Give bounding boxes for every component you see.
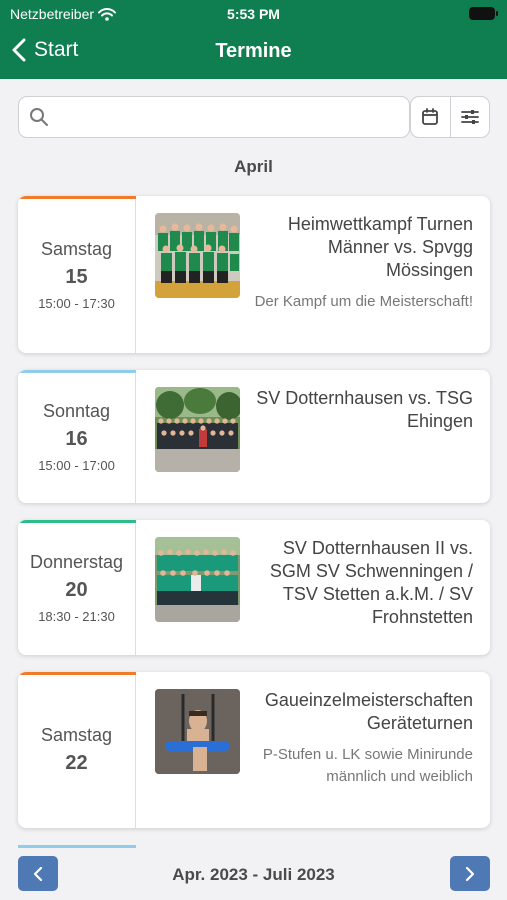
event-title: SV Dotternhausen II vs. SGM SV Schwennin… [269, 538, 473, 627]
event-card[interactable]: Samstag 22 Gaueinzelmeisterschaften Gerä… [18, 672, 490, 828]
battery-icon [469, 7, 498, 20]
event-accent-bar [18, 672, 136, 675]
event-date: Sonntag 16 15:00 - 17:00 [18, 370, 136, 503]
event-title: Gaueinzelmeisterschaften Geräteturnen [264, 690, 473, 733]
event-card[interactable]: Donnerstag 20 18:30 - 21:30 SV Dotternha… [18, 520, 490, 655]
next-card-accent [18, 845, 136, 848]
event-day: 22 [65, 752, 88, 774]
event-text: Gaueinzelmeisterschaften Geräteturnen P-… [250, 689, 473, 788]
pager-bar: Apr. 2023 - Juli 2023 [0, 845, 507, 900]
app-header: Netzbetreiber 5:53 PM Start Termine [0, 0, 507, 79]
event-time: 15:00 - 17:00 [38, 457, 115, 473]
event-accent-bar [18, 370, 136, 373]
event-day: 15 [65, 265, 88, 288]
event-title: SV Dotternhausen vs. TSG Ehingen [256, 388, 473, 431]
event-image [155, 537, 240, 622]
event-weekday: Samstag [40, 238, 113, 259]
event-accent-bar [18, 520, 136, 523]
event-weekday: Donnerstag [29, 551, 124, 572]
status-time: 5:53 PM [227, 6, 280, 22]
event-time: 15:00 - 17:30 [38, 295, 115, 311]
event-date: Samstag 22 [18, 672, 136, 828]
event-weekday: Samstag [40, 725, 113, 745]
search-input[interactable] [59, 103, 399, 131]
date-range-label: Apr. 2023 - Juli 2023 [172, 865, 335, 884]
month-heading: April [234, 157, 273, 176]
event-image [155, 213, 240, 298]
event-card[interactable]: Sonntag 16 15:00 - 17:00 SV Dotternhause… [18, 370, 490, 503]
event-day: 20 [65, 578, 88, 601]
event-date: Donnerstag 20 18:30 - 21:30 [18, 520, 136, 655]
event-text: Heimwettkampf Turnen Männer vs. Spvgg Mö… [250, 213, 473, 313]
calendar-icon [422, 108, 439, 125]
search-bar [18, 96, 410, 138]
filter-button[interactable] [449, 97, 489, 137]
event-weekday: Sonntag [42, 400, 111, 421]
event-accent-bar [18, 196, 136, 199]
event-text: SV Dotternhausen vs. TSG Ehingen [250, 387, 473, 433]
next-range-button[interactable] [450, 856, 490, 891]
event-subtitle: Der Kampf um die Meisterschaft! [254, 293, 473, 310]
event-title: Heimwettkampf Turnen Männer vs. Spvgg Mö… [287, 214, 473, 280]
search-icon [30, 108, 48, 126]
sliders-icon [461, 110, 479, 124]
event-day: 16 [65, 427, 88, 450]
chevron-right-icon [465, 866, 475, 881]
event-date: Samstag 15 15:00 - 17:30 [18, 196, 136, 353]
event-subtitle: P-Stufen u. LK sowie Minirunde männlich … [262, 746, 473, 785]
status-bar: Netzbetreiber 5:53 PM [0, 0, 507, 28]
event-image [155, 387, 240, 472]
event-text: SV Dotternhausen II vs. SGM SV Schwennin… [250, 537, 473, 629]
page-title: Termine [215, 40, 292, 62]
event-image [155, 689, 240, 774]
event-card[interactable]: Samstag 15 15:00 - 17:30 Heimwettkampf T… [18, 196, 490, 353]
calendar-button[interactable] [411, 97, 450, 137]
event-time: 18:30 - 21:30 [38, 608, 115, 624]
toolbar [410, 96, 490, 138]
